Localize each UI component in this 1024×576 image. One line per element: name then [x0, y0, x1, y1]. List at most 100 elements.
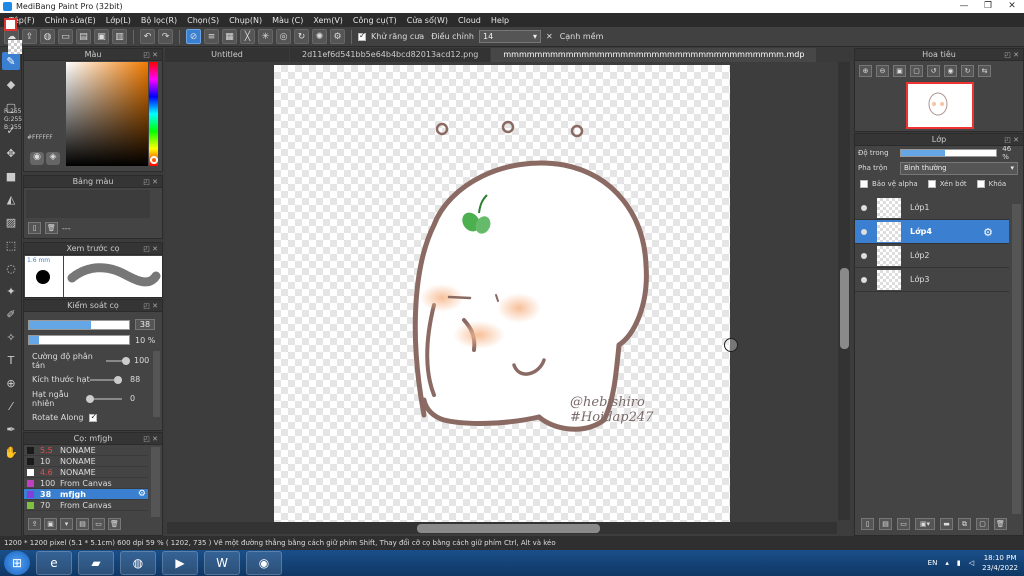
- brush-copy-icon[interactable]: ▤: [76, 518, 89, 530]
- new-halftone-layer-icon[interactable]: ▤: [879, 518, 892, 530]
- lock-checkbox[interactable]: [976, 180, 985, 188]
- rotate-along-checkbox[interactable]: [89, 412, 98, 422]
- pen-tool-icon[interactable]: ✒: [2, 420, 20, 438]
- snap-gear-icon[interactable]: ✺: [312, 29, 327, 44]
- gradient-tool-icon[interactable]: ▨: [2, 213, 20, 231]
- brush-item[interactable]: 70 From Canvas: [24, 500, 148, 511]
- brush-item[interactable]: 5.5 NONAME: [24, 445, 148, 456]
- hue-slider-knob[interactable]: [150, 156, 158, 164]
- layer-delete-icon[interactable]: 🗑: [994, 518, 1007, 530]
- language-indicator[interactable]: EN: [928, 559, 938, 567]
- hand-tool-icon[interactable]: ✋: [2, 443, 20, 461]
- hue-slider[interactable]: [149, 62, 158, 166]
- delete-palette-icon[interactable]: 🗑: [45, 222, 58, 234]
- edge-close-icon[interactable]: ✕: [544, 32, 555, 41]
- color-wheel-icon[interactable]: ◉: [30, 152, 44, 165]
- brush-item[interactable]: 100 From Canvas: [24, 478, 148, 489]
- folder-icon[interactable]: ▭: [58, 29, 73, 44]
- rotate-left-icon[interactable]: ↺: [927, 65, 940, 77]
- blend-dropdown[interactable]: Bình thường: [900, 161, 1018, 175]
- menu-layer[interactable]: Lớp(L): [101, 16, 136, 25]
- menu-edit[interactable]: Chỉnh sửa(E): [40, 16, 101, 25]
- background-color-swatch[interactable]: [8, 40, 22, 54]
- brush-tool-icon[interactable]: ✎: [2, 52, 20, 70]
- layer-list-scrollbar[interactable]: [1012, 204, 1021, 514]
- volume-icon[interactable]: ◁: [969, 559, 974, 567]
- color-mix-icon[interactable]: ◈: [46, 152, 60, 165]
- start-button[interactable]: ⊞: [4, 551, 30, 575]
- menu-filter[interactable]: Bộ lọc(R): [136, 16, 182, 25]
- minimize-button[interactable]: —: [952, 0, 976, 13]
- particle-size-slider[interactable]: [90, 375, 123, 384]
- brush-item-selected[interactable]: 38 mfjgh ⚙: [24, 489, 148, 500]
- select-pen-icon[interactable]: ✐: [2, 305, 20, 323]
- layer-row-selected[interactable]: Lớp4 ⚙: [855, 220, 1009, 244]
- snap-grid-icon[interactable]: ▦: [222, 29, 237, 44]
- chrome-icon[interactable]: ◍: [120, 551, 156, 575]
- visibility-eye-icon[interactable]: [861, 204, 867, 211]
- save-icon[interactable]: ▤: [76, 29, 91, 44]
- layer-row[interactable]: Lớp2: [855, 244, 1009, 268]
- horizontal-scroll-thumb[interactable]: [417, 524, 600, 533]
- vertical-scroll-thumb[interactable]: [840, 268, 849, 349]
- maximize-button[interactable]: ❐: [976, 0, 1000, 13]
- menu-window[interactable]: Cửa sổ(W): [402, 16, 453, 25]
- menu-view[interactable]: Xem(V): [308, 16, 348, 25]
- fit-window-icon[interactable]: ▣: [893, 65, 906, 77]
- actual-size-icon[interactable]: ▢: [910, 65, 923, 77]
- snap-off-icon[interactable]: ⊘: [186, 29, 201, 44]
- lasso-tool-icon[interactable]: ◌: [2, 259, 20, 277]
- marquee-tool-icon[interactable]: ⬚: [2, 236, 20, 254]
- layer-add-menu-icon[interactable]: ▣▾: [915, 518, 935, 530]
- brush-add-icon[interactable]: ▣: [44, 518, 57, 530]
- snap-radial-icon[interactable]: ✳: [258, 29, 273, 44]
- move-tool-icon[interactable]: ✥: [2, 144, 20, 162]
- brush-size-slider[interactable]: [28, 319, 130, 330]
- text-tool-icon[interactable]: T: [2, 351, 20, 369]
- menu-cloud[interactable]: Cloud: [453, 16, 486, 25]
- brush-settings-gear-icon[interactable]: ⚙: [138, 489, 146, 499]
- network-icon[interactable]: ▮: [957, 559, 961, 567]
- tab-untitled[interactable]: Untitled: [165, 48, 289, 62]
- select-eraser-icon[interactable]: ✧: [2, 328, 20, 346]
- panel-controls-icon[interactable]: ◰ ✕: [1004, 134, 1019, 146]
- particle-size-knob[interactable]: [114, 375, 123, 384]
- upload-icon[interactable]: ⇪: [22, 29, 37, 44]
- brush-duplicate-icon[interactable]: ▭: [92, 518, 105, 530]
- layer-merge-icon[interactable]: ▢: [976, 518, 989, 530]
- medibang-icon[interactable]: ◉: [246, 551, 282, 575]
- clipping-checkbox[interactable]: [927, 180, 936, 188]
- visibility-eye-icon[interactable]: [861, 252, 867, 259]
- brush-item[interactable]: 10 NONAME: [24, 456, 148, 467]
- shape-tool-icon[interactable]: ■: [2, 167, 20, 185]
- menu-help[interactable]: Help: [486, 16, 514, 25]
- new-8bit-layer-icon[interactable]: ▭: [897, 518, 910, 530]
- tab-png[interactable]: 2d11ef6d541bb5e64b4bcd82013acd12.png: [290, 48, 491, 62]
- brush-add-menu-icon[interactable]: ▾: [60, 518, 73, 530]
- operation-tool-icon[interactable]: ⊕: [2, 374, 20, 392]
- brush-opacity-slider[interactable]: [28, 335, 130, 345]
- redo-icon[interactable]: ↷: [158, 29, 173, 44]
- visibility-eye-icon[interactable]: [861, 228, 867, 235]
- eyedropper-tool-icon[interactable]: ⁄: [2, 397, 20, 415]
- flip-icon[interactable]: ⇆: [978, 65, 991, 77]
- brush-upload-icon[interactable]: ⇪: [28, 518, 41, 530]
- navigator-thumbnail[interactable]: [906, 82, 974, 129]
- clock[interactable]: 18:10 PM 23/4/2022: [982, 553, 1018, 573]
- internet-explorer-icon[interactable]: e: [36, 551, 72, 575]
- antialias-checkbox[interactable]: [358, 31, 366, 41]
- snap-circle-icon[interactable]: ◎: [276, 29, 291, 44]
- adjust-dropdown[interactable]: 14: [478, 30, 541, 43]
- eraser-tool-icon[interactable]: ◆: [2, 75, 20, 93]
- magic-wand-icon[interactable]: ✦: [2, 282, 20, 300]
- layer-row[interactable]: Lớp1: [855, 196, 1009, 220]
- palette-area[interactable]: [26, 190, 150, 218]
- panel-controls-icon[interactable]: ◰ ✕: [143, 49, 158, 61]
- tab-mdp[interactable]: mmmmmmmmmmmmmmmmmmmmmmmmmmmmmmmmmmmm.mdp: [491, 48, 817, 62]
- visibility-eye-icon[interactable]: [861, 276, 867, 283]
- menu-color[interactable]: Màu (C): [267, 16, 308, 25]
- scatter-knob[interactable]: [122, 356, 130, 365]
- brush-delete-icon[interactable]: 🗑: [108, 518, 121, 530]
- chat-icon[interactable]: ◍: [40, 29, 55, 44]
- random-particle-slider[interactable]: [86, 394, 122, 403]
